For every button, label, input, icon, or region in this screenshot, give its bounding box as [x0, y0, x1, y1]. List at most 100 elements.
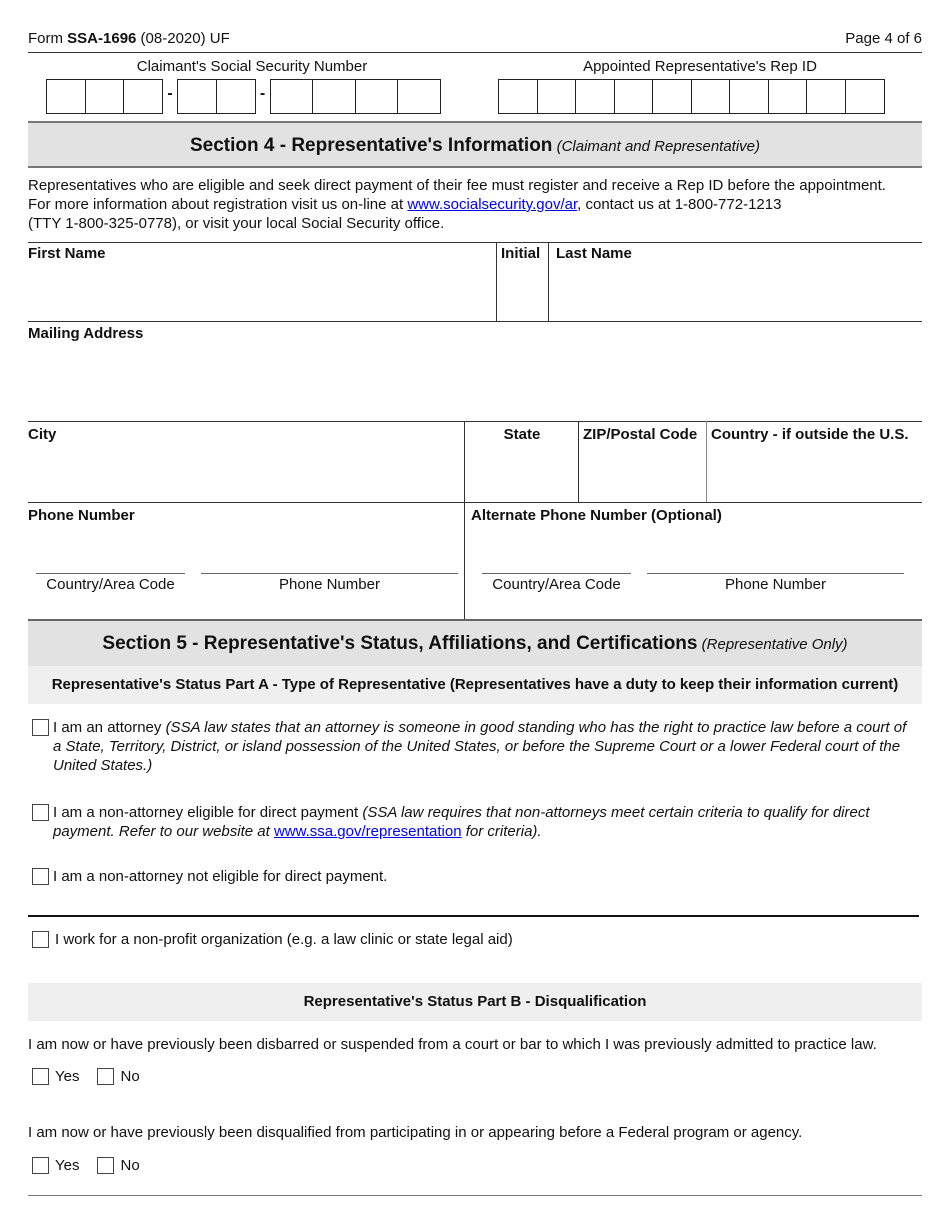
state-input[interactable]	[466, 446, 576, 500]
rep-id-box[interactable]	[575, 79, 615, 114]
section-5-title: Section 5 - Representative's Status, Aff…	[102, 633, 698, 654]
ssn-digit-box[interactable]	[123, 79, 163, 114]
form-prefix: Form	[28, 30, 68, 47]
form-identifier: Form SSA-1696 (08-2020) UF	[28, 30, 230, 47]
section-4-intro: Representatives who are eligible and see…	[28, 176, 928, 233]
alt-phone-area-code-input[interactable]	[482, 573, 631, 574]
ssn-digit-box[interactable]	[177, 79, 217, 114]
initial-input[interactable]	[498, 265, 546, 320]
nonprofit-checkbox[interactable]	[32, 931, 49, 948]
country-area-code-caption: Country/Area Code	[492, 576, 621, 593]
ssn-digit-box[interactable]	[215, 79, 256, 114]
ssa-representation-link[interactable]: www.ssa.gov/representation	[274, 823, 462, 840]
zip-input[interactable]	[580, 446, 704, 500]
option-attorney: I am an attorney (SSA law states that an…	[32, 718, 912, 775]
first-name-label: First Name	[28, 245, 106, 262]
row-divider	[28, 242, 922, 243]
yes-label: Yes	[55, 1068, 80, 1085]
ssn-digit-box[interactable]	[84, 79, 125, 114]
zip-label: ZIP/Postal Code	[583, 426, 698, 443]
ssn-digit-box[interactable]	[46, 79, 86, 114]
section-5-header: Section 5 - Representative's Status, Aff…	[28, 619, 922, 666]
disqualified-no-checkbox[interactable]	[97, 1157, 115, 1174]
option-non-attorney-eligible: I am a non-attorney eligible for direct …	[32, 803, 912, 841]
rep-id-box[interactable]	[844, 79, 885, 114]
disqualified-yes-checkbox[interactable]	[32, 1157, 49, 1174]
section-4-subtitle: (Claimant and Representative)	[556, 138, 761, 155]
alt-phone-number-input[interactable]	[647, 573, 904, 574]
form-revision: (08-2020) UF	[136, 30, 230, 47]
last-name-label: Last Name	[556, 245, 632, 262]
last-name-input[interactable]	[552, 265, 920, 320]
non-attorney-eligible-checkbox[interactable]	[32, 804, 49, 821]
row-divider	[28, 421, 922, 422]
rep-id-box[interactable]	[806, 79, 846, 114]
option-nonprofit: I work for a non-profit organization (e.…	[32, 930, 912, 949]
rep-id-box[interactable]	[652, 79, 692, 114]
phone-area-code-input[interactable]	[36, 573, 185, 574]
ssn-field[interactable]: - -	[46, 79, 441, 114]
option-note: (SSA law states that an attorney is some…	[53, 719, 907, 774]
mailing-address-input[interactable]	[28, 345, 922, 419]
intro-line: (TTY 1-800-325-0778), or visit your loca…	[28, 215, 445, 232]
phone-label: Phone Number	[28, 507, 135, 524]
disbarred-yes-checkbox[interactable]	[32, 1068, 49, 1085]
mailing-address-label: Mailing Address	[28, 325, 144, 342]
option-non-attorney-not-eligible: I am a non-attorney not eligible for dir…	[32, 867, 912, 886]
ssn-digit-box[interactable]	[397, 79, 441, 114]
disbarred-question: I am now or have previously been disbarr…	[28, 1036, 877, 1053]
initial-label: Initial	[501, 245, 541, 262]
header-divider	[28, 52, 922, 53]
column-divider	[464, 421, 465, 619]
row-divider	[28, 502, 922, 503]
intro-line: Representatives who are eligible and see…	[28, 177, 886, 194]
option-label: I am an attorney	[53, 719, 166, 736]
part-a-header: Representative's Status Part A - Type of…	[28, 666, 922, 704]
rep-id-box[interactable]	[767, 79, 808, 114]
country-area-code-caption: Country/Area Code	[46, 576, 175, 593]
ssn-label: Claimant's Social Security Number	[136, 58, 368, 75]
section-4-header: Section 4 - Representative's Information…	[28, 121, 922, 168]
disbarred-answer-group: Yes No	[32, 1068, 140, 1085]
disqualified-answer-group: Yes No	[32, 1157, 140, 1174]
rep-id-label: Appointed Representative's Rep ID	[583, 58, 817, 75]
non-attorney-not-eligible-checkbox[interactable]	[32, 868, 49, 885]
state-label: State	[503, 426, 541, 443]
attorney-checkbox[interactable]	[32, 719, 49, 736]
alt-phone-label: Alternate Phone Number (Optional)	[471, 507, 722, 524]
ssn-separator: -	[259, 85, 266, 102]
first-name-input[interactable]	[28, 265, 494, 320]
intro-text: , contact us at 1-800-772-1213	[577, 196, 782, 213]
column-divider	[578, 421, 579, 502]
rep-id-box[interactable]	[729, 79, 769, 114]
no-label: No	[120, 1068, 140, 1085]
rep-id-box[interactable]	[498, 79, 538, 114]
ssn-digit-box[interactable]	[312, 79, 356, 114]
option-label: I am a non-attorney eligible for direct …	[53, 804, 363, 821]
phone-number-input[interactable]	[201, 573, 458, 574]
phone-number-caption: Phone Number	[725, 576, 826, 593]
section-5-subtitle: (Representative Only)	[701, 636, 848, 653]
disbarred-no-checkbox[interactable]	[97, 1068, 115, 1085]
column-divider	[706, 421, 707, 502]
intro-text: For more information about registration …	[28, 196, 408, 213]
ssn-digit-box[interactable]	[269, 79, 314, 114]
rep-id-box[interactable]	[613, 79, 654, 114]
rep-id-field[interactable]	[498, 79, 885, 114]
rep-id-box[interactable]	[536, 79, 577, 114]
disqualified-question: I am now or have previously been disqual…	[28, 1124, 803, 1141]
rep-id-box[interactable]	[690, 79, 731, 114]
country-input[interactable]	[708, 446, 920, 500]
city-label: City	[28, 426, 57, 443]
ssn-digit-box[interactable]	[354, 79, 399, 114]
registration-link[interactable]: www.socialsecurity.gov/ar	[407, 196, 577, 213]
option-label: I work for a non-profit organization (e.…	[55, 931, 513, 948]
column-divider	[496, 242, 497, 322]
form-number: SSA-1696	[67, 30, 137, 47]
part-b-header: Representative's Status Part B - Disqual…	[28, 983, 922, 1021]
option-label: I am a non-attorney not eligible for dir…	[53, 868, 388, 885]
part-a-title: Representative's Status Part A - Type of…	[51, 676, 899, 693]
city-input[interactable]	[28, 446, 462, 500]
part-b-title: Representative's Status Part B - Disqual…	[303, 993, 647, 1010]
page-bottom-divider	[28, 1195, 922, 1196]
